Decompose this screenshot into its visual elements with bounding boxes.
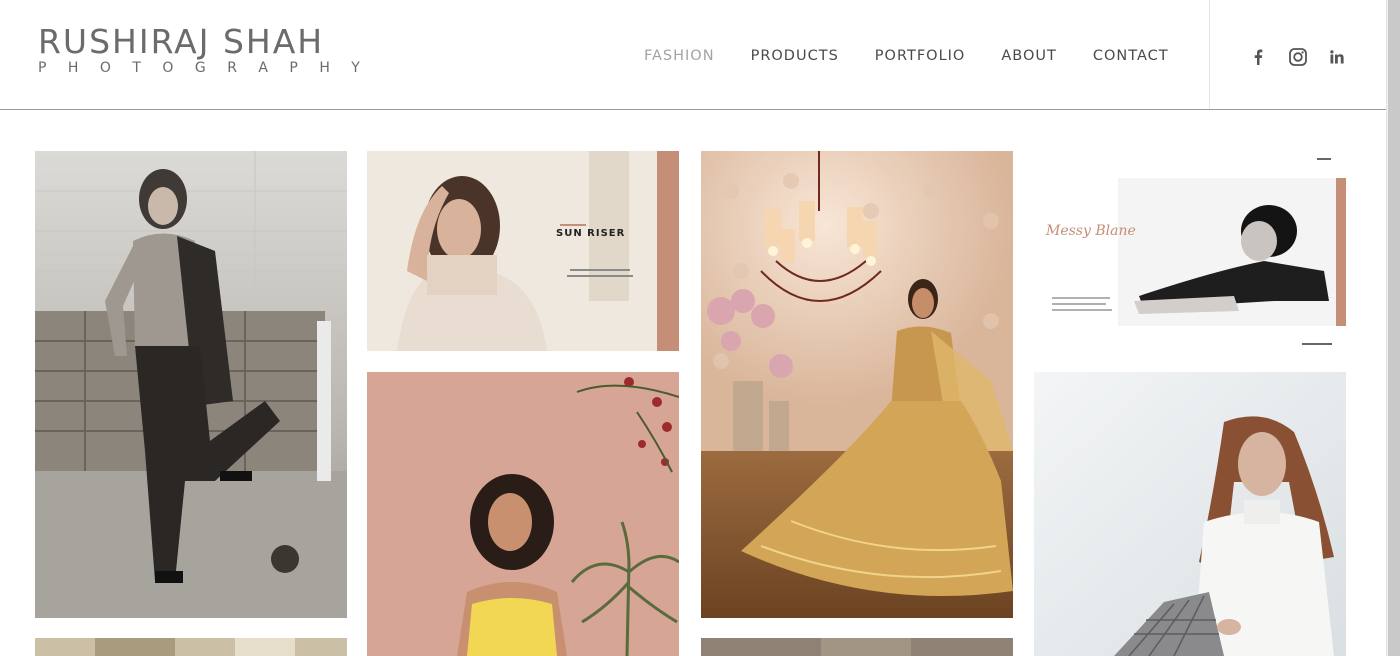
site-logo[interactable]: RUSHIRAJ SHAH P H O T O G R A P H Y [38,24,368,80]
scrollbar-thumb[interactable] [1388,0,1400,656]
gallery-photo-partial-1[interactable] [35,638,347,656]
nav-item-contact[interactable]: CONTACT [1093,47,1169,67]
facebook-icon[interactable] [1250,46,1266,68]
messy-blane-title: Messy Blane [1046,223,1136,239]
gallery-photo-partial-2[interactable] [701,638,1013,656]
header-divider [1209,0,1210,109]
linkedin-icon[interactable] [1328,46,1346,68]
gallery-photo-man-trailer[interactable] [35,151,347,618]
nav-item-portfolio[interactable]: PORTFOLIO [875,47,966,67]
logo-name: RUSHIRAJ SHAH [38,22,325,61]
nav-item-products[interactable]: PRODUCTS [751,47,839,67]
main-nav: FASHION PRODUCTS PORTFOLIO ABOUT CONTACT [644,47,1169,67]
instagram-icon[interactable] [1288,46,1308,68]
gallery-photo-sun-riser[interactable]: SUN RISER [367,151,679,351]
nav-item-fashion[interactable]: FASHION [644,47,715,67]
logo-subtitle: P H O T O G R A P H Y [38,60,360,76]
sun-riser-title: SUN RISER [556,228,626,239]
gallery-photo-messy-blane[interactable]: Messy Blane [1034,151,1346,351]
gallery-photo-white-turtleneck[interactable] [1034,372,1346,656]
gallery-photo-chandelier-lehenga[interactable] [701,151,1013,618]
site-header: RUSHIRAJ SHAH P H O T O G R A P H Y FASH… [0,0,1386,110]
page-scrollbar[interactable] [1386,0,1400,656]
gallery-photo-yellow-outfit[interactable] [367,372,679,656]
nav-item-about[interactable]: ABOUT [1001,47,1057,67]
